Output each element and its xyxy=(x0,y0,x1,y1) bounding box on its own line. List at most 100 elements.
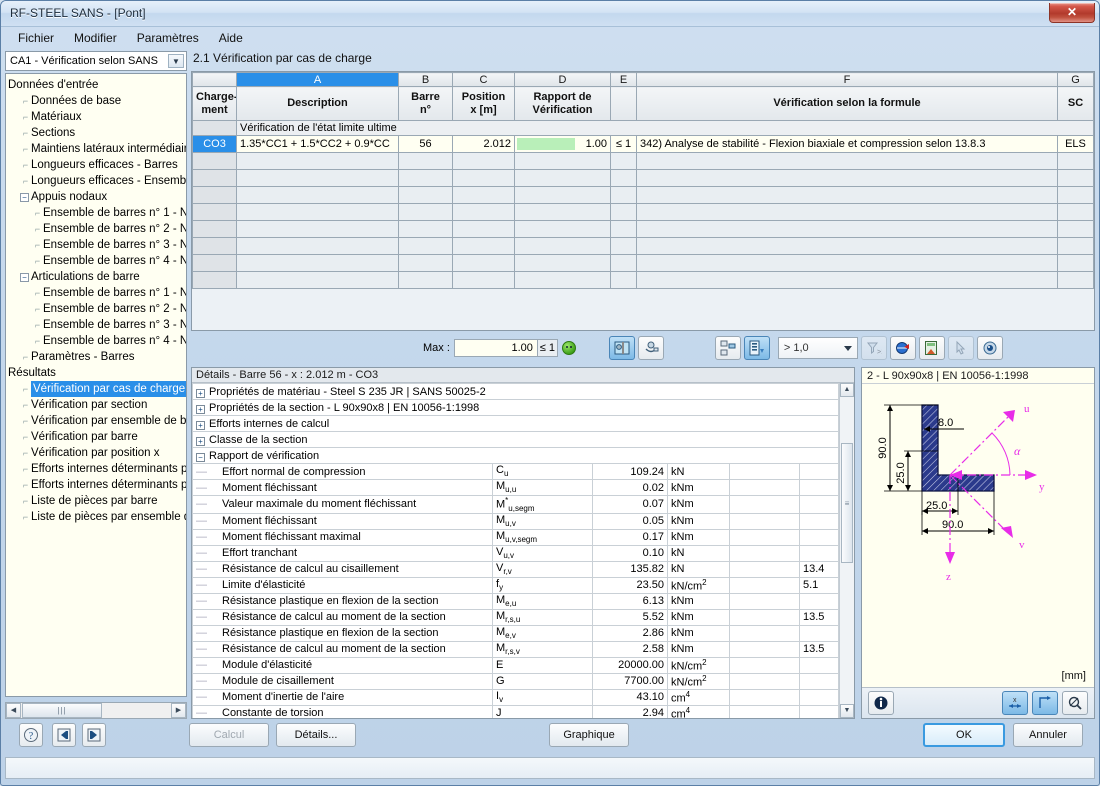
tree-item[interactable]: ⌐Ensemble de barres n° 1 - N xyxy=(8,285,186,301)
cell-formula[interactable]: 342) Analyse de stabilité - Flexion biax… xyxy=(637,136,1058,153)
tree-item[interactable]: ⌐Ensemble de barres n° 3 - N xyxy=(8,237,186,253)
details-row[interactable]: —Moment fléchissantMu,v0.05kNm xyxy=(193,513,839,529)
details-group-row[interactable]: −Rapport de vérification xyxy=(193,448,839,464)
navigator-tree[interactable]: Données d'entrée⌐Données de base⌐Matéria… xyxy=(5,73,187,697)
details-row[interactable]: —Valeur maximale du moment fléchissantM*… xyxy=(193,496,839,514)
tree-item[interactable]: ⌐Liste de pièces par ensemble de barres xyxy=(8,509,186,525)
cell-ratio[interactable]: 1.00 xyxy=(515,136,611,153)
results-table-container[interactable]: A B C D E F G Charge- ment xyxy=(191,71,1095,331)
navigator-hscrollbar[interactable]: ◀ ||| ▶ xyxy=(5,702,187,719)
cell-description[interactable]: 1.35*CC1 + 1.5*CC2 + 0.9*CC xyxy=(237,136,399,153)
scroll-up-icon[interactable]: ▲ xyxy=(840,383,854,397)
menu-item-parametres[interactable]: Paramètres xyxy=(128,29,208,47)
details-row[interactable]: —Effort normal de compressionCu109.24kN xyxy=(193,464,839,480)
details-group-row[interactable]: +Propriétés de matériau - Steel S 235 JR… xyxy=(193,384,839,400)
details-vscroll-thumb[interactable]: ≡ xyxy=(841,443,853,563)
tree-item[interactable]: ⌐Vérification par section xyxy=(8,397,186,413)
tree-expander-icon[interactable]: − xyxy=(20,273,29,282)
section-zoom-button[interactable] xyxy=(1062,691,1088,715)
details-row[interactable]: —Résistance de calcul au cisaillementVr,… xyxy=(193,561,839,577)
details-row[interactable]: —Moment d'inertie de l'aireIv43.10cm4 xyxy=(193,689,839,705)
menu-item-aide[interactable]: Aide xyxy=(210,29,252,47)
details-group-row[interactable]: +Efforts internes de calcul xyxy=(193,416,839,432)
table-row[interactable]: CO3 1.35*CC1 + 1.5*CC2 + 0.9*CC 56 2.012… xyxy=(193,136,1094,153)
graphique-button[interactable]: Graphique xyxy=(549,723,629,747)
table-empty-row[interactable] xyxy=(193,153,1094,170)
col-letter-g[interactable]: G xyxy=(1058,73,1094,87)
tree-item[interactable]: −Articulations de barre xyxy=(8,269,186,285)
tree-item[interactable]: ⌐Données de base xyxy=(8,93,186,109)
details-row[interactable]: —Moment fléchissantMu,u0.02kNm xyxy=(193,480,839,496)
tree-item[interactable]: ⌐Ensemble de barres n° 1 - N xyxy=(8,205,186,221)
tree-item[interactable]: ⌐Liste de pièces par barre xyxy=(8,493,186,509)
ok-button[interactable]: OK xyxy=(923,723,1005,747)
tree-item[interactable]: ⌐Ensemble de barres n° 2 - N xyxy=(8,301,186,317)
cell-member[interactable]: 56 xyxy=(399,136,453,153)
col-letter-c[interactable]: C xyxy=(453,73,515,87)
help-button[interactable]: ? xyxy=(19,723,43,747)
scroll-down-icon[interactable]: ▼ xyxy=(840,704,854,718)
table-empty-row[interactable] xyxy=(193,170,1094,187)
tree-item[interactable]: ⌐Maintiens latéraux intermédiaires xyxy=(8,141,186,157)
tree-item[interactable]: ⌐Longueurs efficaces - Barres xyxy=(8,157,186,173)
details-row[interactable]: —Résistance plastique en flexion de la s… xyxy=(193,625,839,641)
tree-item[interactable]: ⌐Vérification par cas de charge xyxy=(8,381,186,397)
details-row[interactable]: —Résistance plastique en flexion de la s… xyxy=(193,593,839,609)
col-letter-a[interactable]: A xyxy=(237,73,399,87)
table-empty-row[interactable] xyxy=(193,204,1094,221)
table-empty-row[interactable] xyxy=(193,238,1094,255)
tree-item[interactable]: ⌐Paramètres - Barres xyxy=(8,349,186,365)
details-row[interactable]: —Moment fléchissant maximalMu,v,segm0.17… xyxy=(193,529,839,545)
tree-filter-button[interactable] xyxy=(715,336,741,360)
tree-item[interactable]: ⌐Ensemble de barres n° 4 - N xyxy=(8,333,186,349)
tree-item[interactable]: ⌐Efforts internes déterminants par barre xyxy=(8,461,186,477)
cancel-button[interactable]: Annuler xyxy=(1013,723,1083,747)
tree-item[interactable]: Données d'entrée xyxy=(8,77,186,93)
details-vscrollbar[interactable]: ▲ ≡ ▼ xyxy=(839,383,854,718)
col-letter-d[interactable]: D xyxy=(515,73,611,87)
close-icon[interactable]: ✕ xyxy=(1049,3,1095,23)
details-row[interactable]: —Résistance de calcul au moment de la se… xyxy=(193,641,839,657)
col-letter-e[interactable]: E xyxy=(611,73,637,87)
tree-item[interactable]: ⌐Ensemble de barres n° 2 - N xyxy=(8,221,186,237)
navigator-combo[interactable]: CA1 - Vérification selon SANS ▼ xyxy=(5,51,187,71)
hscroll-thumb[interactable]: ||| xyxy=(22,703,102,718)
next-nav-button[interactable] xyxy=(82,723,106,747)
color-relation-button[interactable] xyxy=(890,336,916,360)
max-value-field[interactable]: 1.00 xyxy=(454,339,538,357)
details-row[interactable]: —Constante de torsionJ2.94cm4 xyxy=(193,705,839,718)
details-button[interactable]: Détails... xyxy=(276,723,356,747)
filter-threshold-combo[interactable]: > 1,0 xyxy=(778,337,858,359)
tree-expander-icon[interactable]: − xyxy=(20,193,29,202)
tree-item[interactable]: ⌐Ensemble de barres n° 3 - N xyxy=(8,317,186,333)
section-drawing[interactable]: 90.0 25.0 8.0 xyxy=(862,385,1094,686)
visibility-button[interactable] xyxy=(977,336,1003,360)
tree-item[interactable]: ⌐Sections xyxy=(8,125,186,141)
col-letter-f[interactable]: F xyxy=(637,73,1058,87)
pick-button[interactable] xyxy=(948,336,974,360)
section-dim-x-button[interactable]: x xyxy=(1002,691,1028,715)
col-letter-b[interactable]: B xyxy=(399,73,453,87)
section-dim-angle-button[interactable] xyxy=(1032,691,1058,715)
details-group-row[interactable]: +Classe de la section xyxy=(193,432,839,448)
view-results-button[interactable] xyxy=(609,336,635,360)
table-empty-row[interactable] xyxy=(193,221,1094,238)
cell-position[interactable]: 2.012 xyxy=(453,136,515,153)
menu-item-modifier[interactable]: Modifier xyxy=(65,29,126,47)
sort-results-button[interactable] xyxy=(744,336,770,360)
details-scroll-viewport[interactable]: +Propriétés de matériau - Steel S 235 JR… xyxy=(192,383,839,718)
tree-item[interactable]: ⌐Efforts internes déterminants par ensem… xyxy=(8,477,186,493)
filter-gt1-button[interactable]: >1 xyxy=(861,336,887,360)
chevron-down-icon[interactable] xyxy=(844,346,852,351)
tree-item[interactable]: ⌐Matériaux xyxy=(8,109,186,125)
tree-item[interactable]: ⌐Vérification par position x xyxy=(8,445,186,461)
details-row[interactable]: —Résistance de calcul au moment de la se… xyxy=(193,609,839,625)
calcul-button[interactable]: Calcul xyxy=(189,723,269,747)
section-info-button[interactable] xyxy=(868,691,894,715)
table-empty-row[interactable] xyxy=(193,272,1094,289)
menu-item-fichier[interactable]: Fichier xyxy=(9,29,63,47)
prev-nav-button[interactable] xyxy=(52,723,76,747)
table-empty-row[interactable] xyxy=(193,187,1094,204)
support-view-button[interactable] xyxy=(638,336,664,360)
details-group-row[interactable]: +Propriétés de la section - L 90x90x8 | … xyxy=(193,400,839,416)
